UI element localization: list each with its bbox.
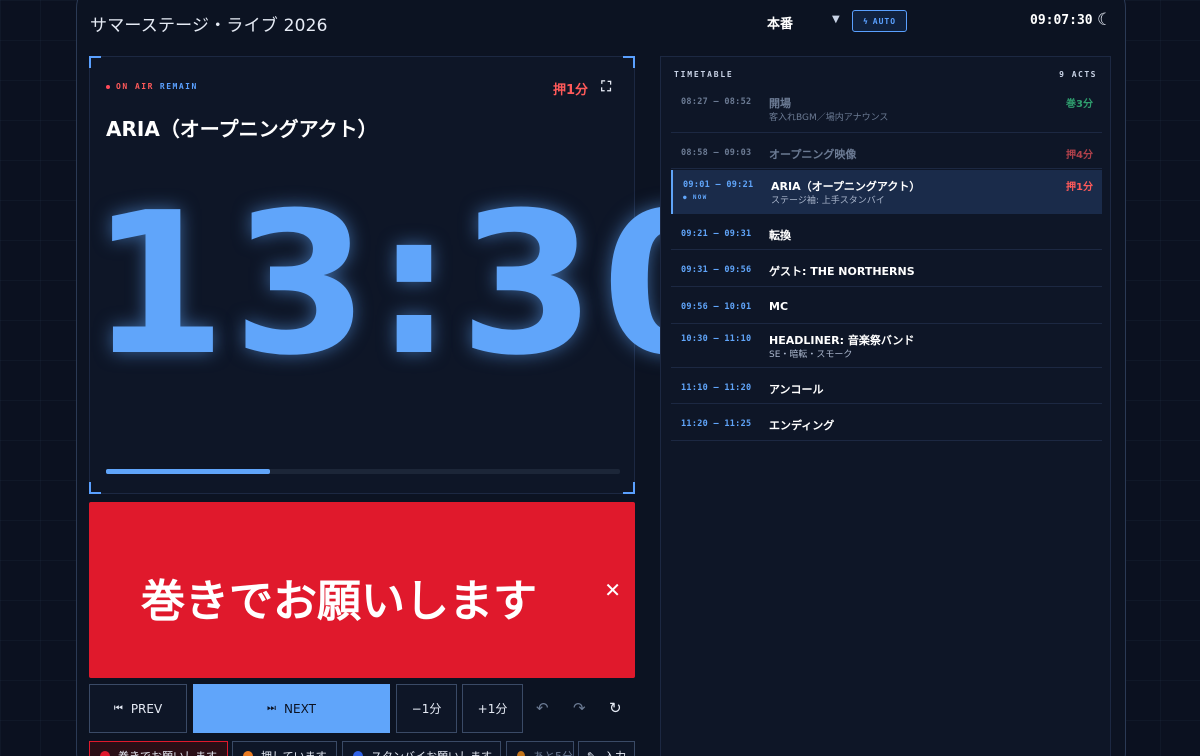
row-subtitle: 客入れBGM／場内アナウンス [769, 113, 889, 123]
fullscreen-icon[interactable]: ⛶ [601, 79, 611, 95]
row-time: 11:20 – 11:25 [681, 419, 752, 429]
preset-label: 巻きでお願いします [118, 748, 217, 756]
timetable-heading: TIMETABLE [674, 70, 734, 79]
row-name: 転換 [769, 229, 791, 242]
close-icon[interactable]: ✕ [604, 578, 621, 602]
preset-label: 押しています [261, 748, 327, 756]
row-name: HEADLINER: 音楽祭バンド [769, 334, 915, 347]
preset-chip[interactable]: 押しています [232, 741, 337, 756]
timetable-row[interactable]: 08:27 – 08:52 開場客入れBGM／場内アナウンス 巻3分 [671, 87, 1102, 133]
timetable-row[interactable]: 09:31 – 09:56 ゲスト: THE NORTHERNS [671, 251, 1102, 287]
undo-icon[interactable]: ↶ [536, 699, 549, 717]
timetable-row[interactable]: 11:10 – 11:20 アンコール [671, 369, 1102, 404]
current-clock: 09:07:30 [1030, 13, 1093, 28]
lightning-icon: ϟ [862, 16, 869, 26]
preset-color-dot [100, 751, 110, 756]
timetable-row[interactable]: 09:21 – 09:31 転換 [671, 215, 1102, 250]
row-delta-badge: 押4分 [1066, 150, 1093, 161]
push-status: 押1分 [552, 83, 588, 98]
countdown-display: 13:30 [90, 171, 744, 399]
redo-icon[interactable]: ↷ [573, 699, 586, 717]
row-subtitle: ステージ袖: 上手スタンバイ [771, 196, 885, 206]
row-name: オープニング映像 [769, 148, 857, 161]
preset-color-dot [517, 751, 525, 756]
timer-panel: ON AIR REMAIN 押1分 ⛶ ARIA（オープニングアクト） 13:3… [89, 56, 744, 494]
auto-label: AUTO [872, 16, 897, 26]
corner-marker [89, 482, 101, 494]
row-name: アンコール [769, 383, 824, 396]
row-delta-badge: 巻3分 [1066, 99, 1093, 110]
remain-label: REMAIN [159, 82, 198, 91]
corner-marker [89, 56, 101, 68]
timetable-row[interactable]: 09:01 – 09:21 ● NOW ARIA（オープニングアクト） ステージ袖: … [671, 170, 1102, 214]
onair-indicator: ON AIR REMAIN [106, 82, 198, 91]
preset-label: あと5分 [533, 748, 573, 756]
moon-icon[interactable]: ☾ [1097, 10, 1112, 30]
row-time: 09:21 – 09:31 [681, 229, 752, 239]
reset-icon[interactable]: ↻ [609, 699, 622, 717]
auto-toggle[interactable]: ϟ AUTO [852, 10, 907, 32]
row-name: 開場 [769, 97, 791, 110]
row-name: MC [769, 300, 789, 313]
timetable-panel: TIMETABLE 9 ACTS 08:27 – 08:52 開場客入れBGM／場… [660, 56, 1111, 756]
timetable-row[interactable]: 10:30 – 11:10 HEADLINER: 音楽祭バンド SE・暗転・スモーク [671, 324, 1102, 368]
skip-back-icon: ⏮ [113, 703, 123, 714]
pencil-icon: ✎ [586, 749, 597, 756]
onair-label: ON AIR [116, 82, 154, 91]
now-indicator: ● NOW [683, 194, 708, 201]
mode-select[interactable]: 本番 [767, 13, 793, 32]
row-name: ARIA（オープニングアクト） [771, 180, 921, 193]
preset-chip[interactable]: あと5分 [506, 741, 574, 756]
row-time: 09:31 – 09:56 [681, 265, 752, 275]
preset-label: スタンバイお願いします [371, 748, 492, 756]
progress-bar [106, 469, 620, 474]
row-time: 11:10 – 11:20 [681, 383, 752, 393]
progress-fill [106, 469, 271, 474]
row-time: 09:56 – 10:01 [681, 302, 752, 312]
next-label: NEXT [284, 701, 316, 716]
plus-minute-button[interactable]: +1分 [462, 684, 523, 733]
current-act-title: ARIA（オープニングアクト） [106, 117, 378, 141]
chevron-down-icon[interactable]: ▼ [832, 14, 840, 25]
minus-minute-button[interactable]: −1分 [396, 684, 457, 733]
row-name: ゲスト: THE NORTHERNS [769, 265, 915, 278]
row-time: 08:27 – 08:52 [681, 97, 752, 107]
corner-marker [623, 56, 635, 68]
input-label: 入力 [604, 748, 626, 756]
timetable-row[interactable]: 09:56 – 10:01 MC [671, 288, 1102, 324]
act-count: 9 ACTS [1059, 70, 1097, 79]
custom-input-button[interactable]: ✎ 入力 [578, 741, 635, 756]
prev-label: PREV [130, 701, 163, 716]
corner-marker [623, 482, 635, 494]
next-button[interactable]: ⏭ NEXT [193, 684, 390, 733]
show-title: サマーステージ・ライブ 2026 [90, 16, 328, 36]
preset-chip[interactable]: 巻きでお願いします [89, 741, 228, 756]
message-banner: 巻きでお願いします ✕ [89, 502, 635, 678]
onair-dot [106, 84, 110, 89]
preset-color-dot [243, 751, 253, 756]
row-time: 08:58 – 09:03 [681, 148, 752, 158]
banner-message: 巻きでお願いします [141, 576, 537, 627]
row-time: 09:01 – 09:21 [683, 180, 754, 190]
preset-color-dot [353, 751, 363, 756]
row-delta-badge: 押1分 [1066, 182, 1093, 193]
skip-forward-icon: ⏭ [267, 703, 277, 714]
timetable-row[interactable]: 11:20 – 11:25 エンディング [671, 405, 1102, 441]
preset-chip[interactable]: スタンバイお願いします [342, 741, 501, 756]
row-subtitle: SE・暗転・スモーク [769, 350, 853, 360]
prev-button[interactable]: ⏮ PREV [89, 684, 187, 733]
row-name: エンディング [769, 419, 835, 432]
row-time: 10:30 – 11:10 [681, 334, 752, 344]
timetable-row[interactable]: 08:58 – 09:03 オープニング映像 押4分 [671, 134, 1102, 169]
